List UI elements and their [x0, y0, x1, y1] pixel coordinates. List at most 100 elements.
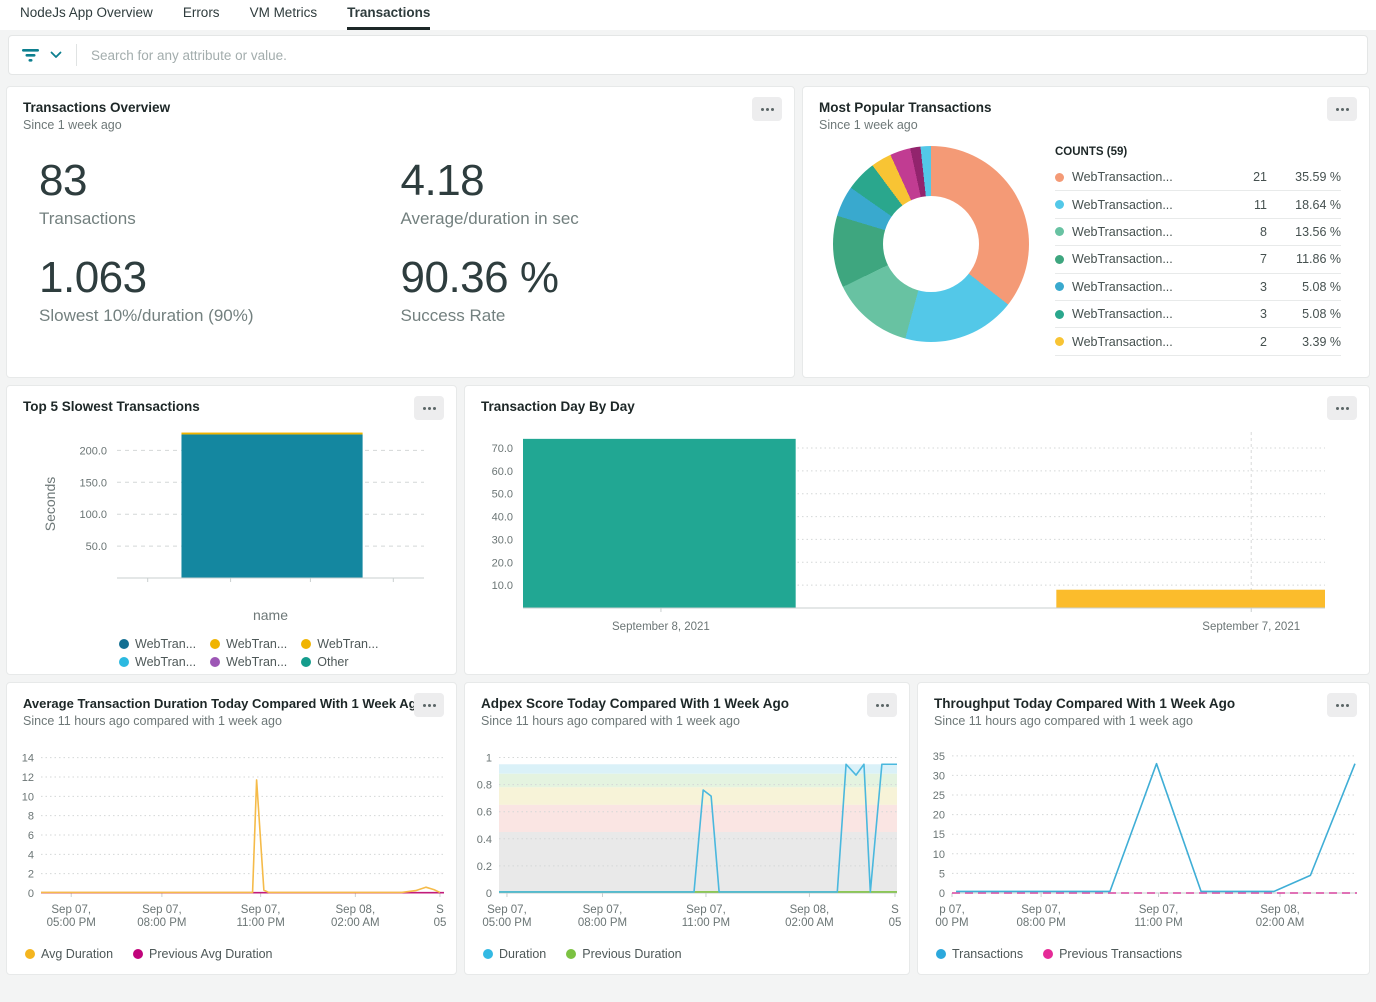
- legend-label: WebTran...: [226, 655, 287, 669]
- card-avg-duration: Average Transaction Duration Today Compa…: [6, 682, 457, 975]
- legend-item[interactable]: Transactions: [936, 947, 1023, 961]
- series-color-dot: [1055, 255, 1064, 264]
- ellipsis-icon: [761, 108, 764, 111]
- counts-table-row[interactable]: WebTransaction...1118.64 %: [1055, 191, 1341, 218]
- search-band: [0, 30, 1376, 82]
- card-subtitle: Since 11 hours ago compared with 1 week …: [481, 714, 893, 728]
- ellipsis-icon: [876, 704, 879, 707]
- svg-text:Sep 07,08:00 PM: Sep 07,08:00 PM: [137, 904, 186, 929]
- count-value: 2: [1221, 335, 1267, 349]
- legend-item[interactable]: Previous Duration: [566, 947, 681, 961]
- card-menu-button[interactable]: [1327, 396, 1357, 420]
- svg-text:Sep 08,02:00 AM: Sep 08,02:00 AM: [1256, 904, 1305, 929]
- legend-label: WebTran...: [226, 637, 287, 651]
- svg-text:30: 30: [933, 770, 945, 782]
- series-color-dot: [1055, 310, 1064, 319]
- tab-transactions[interactable]: Transactions: [347, 0, 430, 30]
- counts-table-row[interactable]: WebTransaction...35.08 %: [1055, 301, 1341, 328]
- metric: 90.36 %Success Rate: [401, 253, 763, 326]
- svg-text:Sep 07,05:00 PM: Sep 07,05:00 PM: [47, 904, 96, 929]
- svg-text:September 7, 2021: September 7, 2021: [1202, 621, 1300, 633]
- metric-value: 90.36 %: [401, 253, 763, 303]
- svg-text:10.0: 10.0: [492, 580, 513, 592]
- card-menu-button[interactable]: [1327, 97, 1357, 121]
- card-title: Average Transaction Duration Today Compa…: [23, 696, 440, 711]
- svg-text:6: 6: [28, 830, 34, 842]
- svg-text:0.2: 0.2: [477, 861, 492, 873]
- filter-button[interactable]: [21, 48, 62, 63]
- legend-color-dot: [301, 639, 311, 649]
- counts-table-row[interactable]: WebTransaction...711.86 %: [1055, 246, 1341, 273]
- legend-item[interactable]: Avg Duration: [25, 947, 113, 961]
- search-input[interactable]: [91, 48, 1355, 63]
- card-subtitle: Since 11 hours ago compared with 1 week …: [934, 714, 1353, 728]
- card-menu-button[interactable]: [414, 396, 444, 420]
- chart-legend: Avg Duration Previous Avg Duration: [7, 947, 456, 961]
- chart-legend: WebTran... WebTran... WebTran... WebTran...…: [7, 637, 456, 669]
- card-menu-button[interactable]: [867, 693, 897, 717]
- svg-text:Sep 08,02:00 AM: Sep 08,02:00 AM: [785, 904, 834, 929]
- counts-table-row[interactable]: WebTransaction...35.08 %: [1055, 274, 1341, 301]
- percent-value: 3.39 %: [1267, 335, 1341, 349]
- legend-item[interactable]: Previous Avg Duration: [133, 947, 272, 961]
- legend-item[interactable]: WebTran...: [119, 637, 196, 651]
- counts-table-row[interactable]: WebTransaction...23.39 %: [1055, 328, 1341, 355]
- metric-label: Average/duration in sec: [401, 209, 763, 229]
- adpex-line-chart: 00.20.40.60.81Sep 07,05:00 PMSep 07,08:0…: [465, 734, 909, 941]
- svg-text:0.8: 0.8: [477, 780, 492, 792]
- legend-item[interactable]: WebTran...: [210, 655, 287, 669]
- svg-text:Sep 07,08:00 PM: Sep 07,08:00 PM: [578, 904, 627, 929]
- svg-text:5: 5: [939, 868, 945, 880]
- svg-text:100.0: 100.0: [79, 509, 107, 521]
- ellipsis-icon: [1336, 108, 1339, 111]
- metric-value: 1.063: [39, 253, 401, 303]
- legend-label: Previous Duration: [582, 947, 681, 961]
- series-color-dot: [1055, 282, 1064, 291]
- svg-text:70.0: 70.0: [492, 443, 513, 455]
- day-by-day-bar-chart: 10.020.030.040.050.060.070.0September 8,…: [465, 422, 1369, 665]
- card-menu-button[interactable]: [1327, 693, 1357, 717]
- svg-text:0: 0: [28, 888, 34, 900]
- tab-nodejs-app-overview[interactable]: NodeJs App Overview: [20, 0, 153, 30]
- card-most-popular-transactions: Most Popular Transactions Since 1 week a…: [802, 86, 1370, 378]
- ellipsis-icon: [423, 407, 426, 410]
- legend-item[interactable]: Other: [301, 655, 348, 669]
- dashboard: Transactions Overview Since 1 week ago 8…: [0, 82, 1376, 975]
- legend-color-dot: [25, 949, 35, 959]
- legend-item[interactable]: WebTran...: [301, 637, 378, 651]
- legend-item[interactable]: WebTran...: [210, 637, 287, 651]
- chart-legend: Duration Previous Duration: [465, 947, 909, 961]
- legend-label: Previous Transactions: [1059, 947, 1182, 961]
- legend-item[interactable]: Previous Transactions: [1043, 947, 1182, 961]
- legend-item[interactable]: Duration: [483, 947, 546, 961]
- card-transactions-overview: Transactions Overview Since 1 week ago 8…: [6, 86, 795, 378]
- legend-item[interactable]: WebTran...: [119, 655, 196, 669]
- svg-text:14: 14: [22, 753, 34, 765]
- card-menu-button[interactable]: [414, 693, 444, 717]
- count-value: 3: [1221, 280, 1267, 294]
- svg-text:20.0: 20.0: [492, 557, 513, 569]
- series-color-dot: [1055, 337, 1064, 346]
- metric-label: Transactions: [39, 209, 401, 229]
- donut-chart: [833, 146, 1029, 342]
- tab-errors[interactable]: Errors: [183, 0, 220, 30]
- tab-vm-metrics[interactable]: VM Metrics: [250, 0, 318, 30]
- legend-label: WebTran...: [135, 655, 196, 669]
- legend-color-dot: [1043, 949, 1053, 959]
- svg-text:4: 4: [28, 849, 34, 861]
- count-value: 11: [1221, 198, 1267, 212]
- counts-table-row[interactable]: WebTransaction...2135.59 %: [1055, 164, 1341, 191]
- svg-text:name: name: [253, 607, 288, 623]
- card-throughput: Throughput Today Compared With 1 Week Ag…: [917, 682, 1370, 975]
- counts-table-row[interactable]: WebTransaction...813.56 %: [1055, 219, 1341, 246]
- svg-text:20: 20: [933, 810, 945, 822]
- funnel-icon: [21, 48, 40, 63]
- search-divider: [76, 44, 77, 66]
- avg-duration-line-chart: 02468101214Sep 07,05:00 PMSep 07,08:00 P…: [7, 734, 456, 941]
- card-title: Transaction Day By Day: [481, 399, 1353, 414]
- ellipsis-icon: [423, 704, 426, 707]
- series-color-dot: [1055, 200, 1064, 209]
- card-day-by-day: Transaction Day By Day 10.020.030.040.05…: [464, 385, 1370, 675]
- tab-bar: NodeJs App Overview Errors VM Metrics Trans…: [0, 0, 1376, 30]
- card-menu-button[interactable]: [752, 97, 782, 121]
